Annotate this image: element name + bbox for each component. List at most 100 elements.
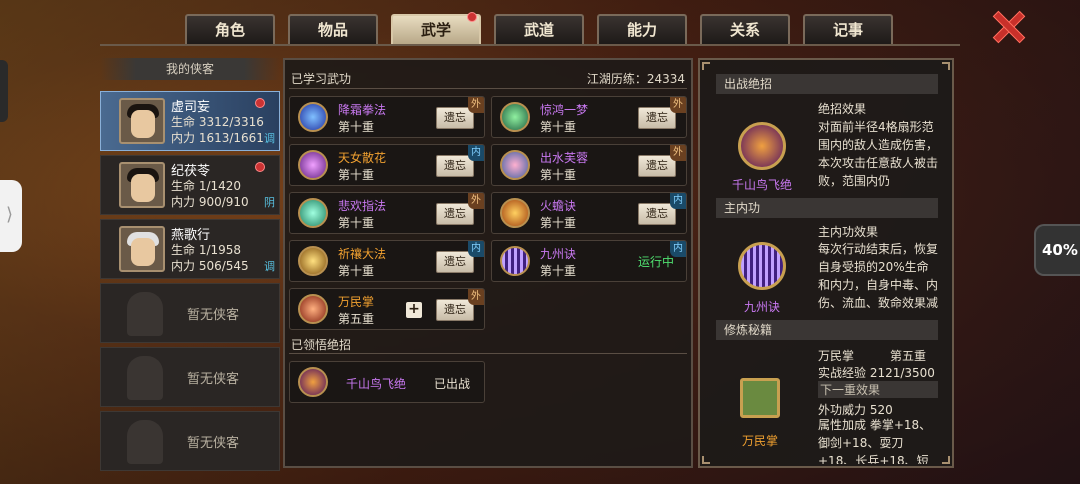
skill-slot[interactable]: 天女散花 第十重 遗忘 内 [289, 144, 485, 186]
tab-character[interactable]: 角色 [185, 14, 275, 44]
skill-icon [500, 246, 530, 276]
hero-hp: 生命 1/1958 [171, 243, 242, 257]
empty-slot-label: 暂无侠客 [187, 372, 240, 387]
ultimate-name: 千山鸟飞绝 [346, 377, 407, 391]
skill-slot[interactable]: 降霜拳法 第十重 遗忘 外 [289, 96, 485, 138]
detail-panel: 出战绝招 千山鸟飞绝 绝招效果 对面前半径4格扇形范围内的敌人造成伤害，本次攻击… [698, 58, 954, 468]
tab-divider [100, 44, 960, 46]
jianghu-exp: 江湖历练：24334 [586, 72, 685, 86]
skill-type-tag: 内 [670, 193, 686, 209]
skill-name: 降霜拳法 [338, 103, 387, 117]
skill-icon [500, 198, 530, 228]
skill-type-tag: 外 [670, 97, 686, 113]
skill-level: 第十重 [338, 216, 375, 230]
ultimate-status: 已出战 [434, 377, 471, 391]
ult-title: 已领悟绝招 [291, 338, 352, 352]
chevron-right-icon: ⟩ [6, 204, 14, 225]
skill-level: 第十重 [540, 168, 577, 182]
notification-dot [467, 12, 477, 22]
hero-hp: 生命 3312/3316 [171, 115, 264, 129]
avatar [119, 98, 165, 144]
inner-skill-label: 九州诀 [743, 300, 780, 314]
skill-level: 第十重 [540, 216, 577, 230]
skill-level: 第十重 [540, 120, 577, 134]
silhouette-icon [127, 420, 163, 464]
skill-icon [298, 150, 328, 180]
skill-slot[interactable]: 祈禳大法 第十重 遗忘 内 [289, 240, 485, 282]
hero-hp: 生命 1/1420 [171, 179, 242, 193]
tab-label: 武学 [420, 21, 451, 39]
tab-journal[interactable]: 记事 [803, 14, 893, 44]
skill-slot[interactable]: 万民掌 第五重 + 遗忘 外 [289, 288, 485, 330]
hero-mp: 内力 1613/1661 [171, 131, 264, 145]
empty-hero-slot[interactable]: 暂无侠客 [100, 283, 280, 343]
skill-icon [298, 246, 328, 276]
tab-abilities[interactable]: 能力 [597, 14, 687, 44]
hero-card[interactable]: 燕歌行 生命 1/1958 内力 506/545 调 [100, 219, 280, 279]
skill-icon [500, 102, 530, 132]
side-drawer-handle[interactable]: ⟩ [0, 180, 22, 252]
inner-effect-text: 每次行动结束后，恢复自身受损的20%生命和内力，自身中毒、内伤、流血、致命效果减… [818, 242, 939, 310]
frame-corner [702, 62, 710, 70]
skill-slot[interactable]: 九州诀 第十重 运行中 内 [491, 240, 687, 282]
skill-icon [298, 294, 328, 324]
next-level-header: 下一重效果 [818, 381, 938, 398]
skill-name: 惊鸿一梦 [540, 103, 589, 117]
tab-relations[interactable]: 关系 [700, 14, 790, 44]
empty-hero-slot[interactable]: 暂无侠客 [100, 411, 280, 471]
empty-hero-slot[interactable]: 暂无侠客 [100, 347, 280, 407]
skill-slot[interactable]: 悲欢指法 第十重 遗忘 外 [289, 192, 485, 234]
avatar [119, 162, 165, 208]
silhouette-icon [127, 356, 163, 400]
skill-level: 第五重 [338, 312, 375, 326]
skill-slot[interactable]: 火蟾诀 第十重 遗忘 内 [491, 192, 687, 234]
close-icon[interactable] [988, 8, 1028, 44]
skill-icon [298, 102, 328, 132]
book-label: 万民掌 [741, 434, 778, 448]
running-status: 运行中 [638, 255, 675, 269]
manual-header: 修炼秘籍 [716, 320, 938, 340]
tab-bar: 角色 物品 武学 武道 能力 关系 记事 [185, 12, 893, 44]
skill-level: 第十重 [338, 120, 375, 134]
skill-type-tag: 外 [468, 193, 484, 209]
skill-level: 第十重 [338, 168, 375, 182]
hero-mp: 内力 900/910 [171, 195, 249, 209]
ultimate-icon [298, 367, 328, 397]
notification-dot [255, 162, 265, 172]
learned-title: 已学习武功 [291, 72, 352, 86]
skill-level: 第十重 [338, 264, 375, 278]
skill-icon [298, 198, 328, 228]
skill-type-tag: 外 [468, 97, 484, 113]
empty-slot-label: 暂无侠客 [187, 308, 240, 323]
ultimate-label: 千山鸟飞绝 [731, 178, 792, 192]
tab-martial-arts[interactable]: 武学 [391, 12, 481, 44]
hero-list: 我的侠客 虚司妄 生命 3312/3316 内力 1613/1661 调 纪茯苓… [100, 58, 280, 471]
tab-items[interactable]: 物品 [288, 14, 378, 44]
divider [289, 88, 687, 89]
skill-name: 九州诀 [540, 247, 577, 261]
skill-type-tag: 内 [670, 241, 686, 257]
skill-name: 火蟾诀 [540, 199, 577, 213]
tab-wudao[interactable]: 武道 [494, 14, 584, 44]
hero-card[interactable]: 虚司妄 生命 3312/3316 内力 1613/1661 调 [100, 91, 280, 151]
book-bonus: 属性加成 拳掌+18、御剑+18、耍刀+18、长兵+18、短兵+18、 [818, 418, 932, 464]
ultimate-slot[interactable]: 千山鸟飞绝 已出战 [289, 361, 485, 403]
book-name: 万民掌 [818, 349, 855, 363]
hero-status: 调 [264, 260, 275, 273]
empty-slot-label: 暂无侠客 [187, 436, 240, 451]
plus-icon[interactable]: + [406, 302, 422, 318]
skill-slot[interactable]: 惊鸿一梦 第十重 遗忘 外 [491, 96, 687, 138]
skills-panel: 已学习武功 江湖历练：24334 降霜拳法 第十重 遗忘 外 惊鸿一梦 第十重 … [283, 58, 693, 468]
skill-name: 万民掌 [338, 295, 375, 309]
hero-list-title: 我的侠客 [100, 58, 280, 80]
book-icon [740, 378, 780, 418]
hero-card[interactable]: 纪茯苓 生命 1/1420 内力 900/910 阴 [100, 155, 280, 215]
skill-icon [500, 150, 530, 180]
skill-type-tag: 外 [670, 145, 686, 161]
inner-skill-header: 主内功 [716, 198, 938, 218]
skill-slot[interactable]: 出水芙蓉 第十重 遗忘 外 [491, 144, 687, 186]
skill-type-tag: 内 [468, 241, 484, 257]
skill-type-tag: 内 [468, 145, 484, 161]
skill-name: 天女散花 [338, 151, 387, 165]
avatar [119, 226, 165, 272]
